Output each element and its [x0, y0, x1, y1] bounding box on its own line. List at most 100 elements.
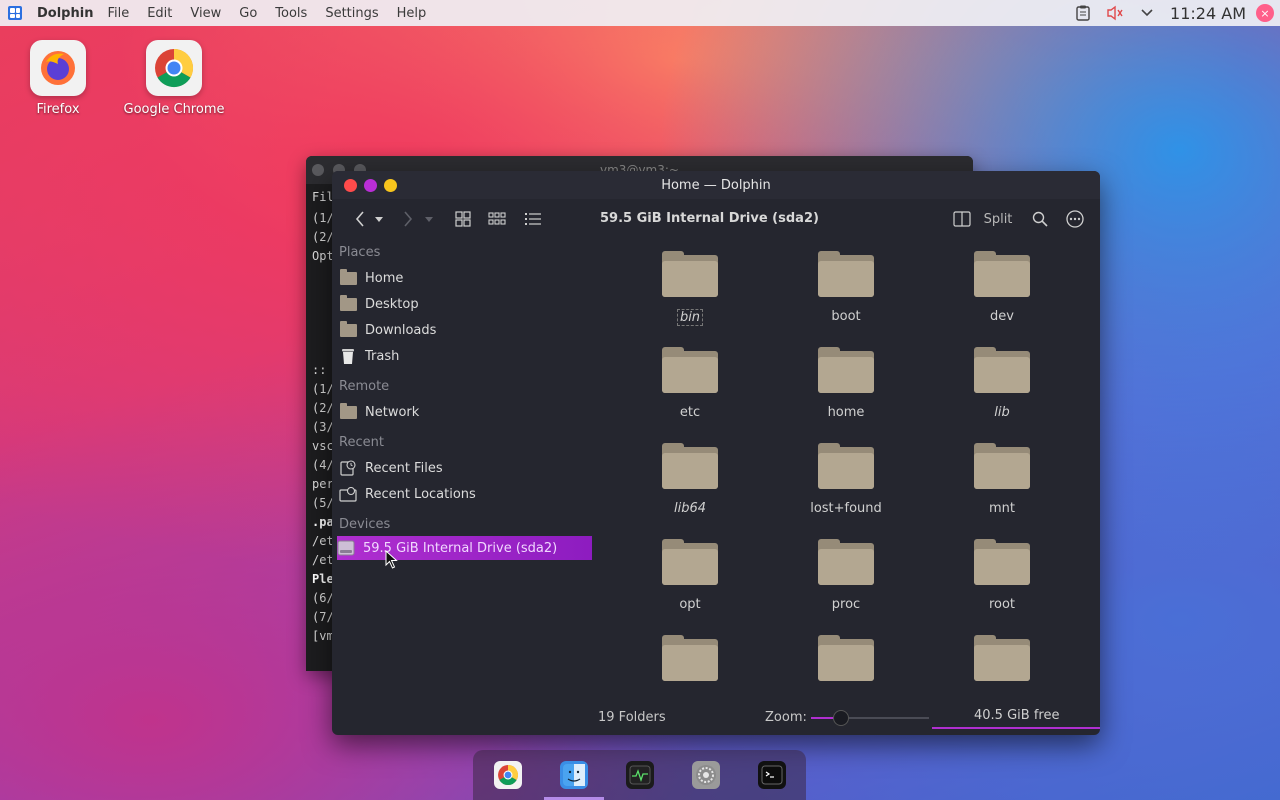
free-space-label: 40.5 GiB free: [974, 708, 1060, 723]
list-view-icon: [525, 213, 541, 225]
folder-item[interactable]: lost+found: [786, 443, 906, 516]
sidebar-item-desktop[interactable]: Desktop: [339, 292, 591, 316]
folder-item[interactable]: home: [786, 347, 906, 420]
folder-icon: [818, 347, 874, 393]
dolphin-titlebar[interactable]: Home — Dolphin: [332, 171, 1100, 199]
folder-item[interactable]: opt: [630, 539, 750, 612]
folder-item[interactable]: etc: [630, 347, 750, 420]
split-button-label: Split: [983, 211, 1013, 227]
folder-icon: [339, 294, 357, 312]
folder-icon: [974, 347, 1030, 393]
sidebar-item-trash[interactable]: Trash: [339, 344, 591, 368]
folder-icon: [339, 402, 357, 420]
folder-icon: [818, 539, 874, 585]
terminal-icon: [761, 765, 783, 785]
dock: [473, 750, 806, 800]
desktop-icon-label: Google Chrome: [123, 102, 225, 117]
folder-item[interactable]: bin: [630, 251, 750, 326]
folder-icon: [818, 443, 874, 489]
user-avatar[interactable]: ×: [1256, 4, 1274, 22]
finder-icon: [563, 764, 585, 786]
folder-item[interactable]: lib64: [630, 443, 750, 516]
sidebar-item-recent-locations[interactable]: Recent Locations: [339, 482, 591, 506]
folder-item-partial[interactable]: [630, 635, 750, 681]
dock-file-manager[interactable]: [560, 761, 588, 789]
dock-system-monitor[interactable]: [626, 761, 654, 789]
search-button[interactable]: [1030, 207, 1050, 231]
folder-icon: [662, 635, 718, 681]
toolbar: 59.5 GiB Internal Drive (sda2) Split: [332, 199, 1100, 239]
dock-chrome[interactable]: [494, 761, 522, 789]
sidebar-item-internal-drive[interactable]: 59.5 GiB Internal Drive (sda2): [337, 536, 592, 560]
folder-icon: [974, 443, 1030, 489]
system-monitor-icon: [629, 765, 651, 785]
app-launcher-button[interactable]: [4, 2, 26, 24]
folder-item[interactable]: boot: [786, 251, 906, 324]
folder-count: 19 Folders: [598, 710, 666, 725]
sidebar-item-home[interactable]: Home: [339, 266, 591, 290]
clipboard-icon[interactable]: [1074, 4, 1092, 22]
folder-item-partial[interactable]: [942, 635, 1062, 681]
folder-icon: [818, 635, 874, 681]
forward-history-dropdown[interactable]: [422, 207, 436, 231]
dock-settings[interactable]: [692, 761, 720, 789]
folder-icon: [339, 268, 357, 286]
active-app-name: Dolphin: [37, 5, 94, 21]
back-history-dropdown[interactable]: [372, 207, 386, 231]
folder-name: home: [827, 405, 865, 420]
top-panel: Dolphin File Edit View Go Tools Settings…: [0, 0, 1280, 26]
folder-name: proc: [831, 597, 861, 612]
folder-name: mnt: [989, 501, 1015, 516]
chevron-right-icon: [404, 211, 413, 227]
clock[interactable]: 11:24 AM: [1170, 4, 1246, 23]
zoom-slider-handle[interactable]: [833, 710, 849, 726]
folder-item[interactable]: dev: [942, 251, 1062, 324]
menu-help[interactable]: Help: [397, 6, 427, 21]
settings-icon: [696, 765, 716, 785]
recent-locations-icon: [339, 486, 357, 502]
sidebar-item-recent-files[interactable]: Recent Files: [339, 456, 591, 480]
sidebar-item-network[interactable]: Network: [339, 400, 591, 424]
sidebar-item-downloads[interactable]: Downloads: [339, 318, 591, 342]
chevron-left-icon: [355, 211, 364, 227]
recent-header: Recent: [339, 435, 384, 450]
dock-terminal[interactable]: [758, 761, 786, 789]
compact-view-button[interactable]: [486, 207, 508, 231]
folder-name: lost+found: [810, 501, 882, 516]
folder-item[interactable]: root: [942, 539, 1062, 612]
more-menu-button[interactable]: [1065, 207, 1085, 231]
file-view[interactable]: bin boot dev etc home lib lib64 lost+found mnt op…: [600, 251, 1100, 691]
back-button[interactable]: [350, 207, 370, 231]
details-view-button[interactable]: [522, 207, 544, 231]
folder-item[interactable]: proc: [786, 539, 906, 612]
folder-icon: [662, 251, 718, 297]
split-view-icon-button[interactable]: [952, 207, 972, 231]
dolphin-window[interactable]: Home — Dolphin 59.5 GiB Internal Drive (…: [332, 171, 1100, 735]
folder-item[interactable]: lib: [942, 347, 1062, 420]
zoom-slider[interactable]: [811, 710, 929, 726]
chevron-down-icon[interactable]: [1138, 4, 1156, 22]
volume-muted-icon[interactable]: [1106, 4, 1124, 22]
desktop-icon-firefox[interactable]: Firefox: [3, 40, 113, 117]
icons-view-button[interactable]: [452, 207, 474, 231]
desktop-icon-label: Firefox: [36, 102, 80, 117]
status-bar: 19 Folders Zoom: 40.5 GiB free: [594, 701, 1100, 735]
caret-down-icon: [425, 216, 433, 222]
chrome-icon: [146, 40, 202, 96]
hard-drive-icon: [337, 540, 355, 556]
zoom-label: Zoom:: [765, 710, 807, 725]
menu-go[interactable]: Go: [239, 6, 257, 21]
folder-item-partial[interactable]: [786, 635, 906, 681]
menu-settings[interactable]: Settings: [325, 6, 378, 21]
split-button[interactable]: Split: [982, 207, 1014, 231]
folder-item[interactable]: mnt: [942, 443, 1062, 516]
menu-file[interactable]: File: [107, 6, 129, 21]
menu-tools[interactable]: Tools: [275, 6, 307, 21]
menu-view[interactable]: View: [190, 6, 221, 21]
forward-button[interactable]: [398, 207, 418, 231]
location-label[interactable]: 59.5 GiB Internal Drive (sda2): [600, 211, 819, 226]
menu-edit[interactable]: Edit: [147, 6, 172, 21]
folder-name: root: [988, 597, 1016, 612]
trash-icon: [339, 348, 357, 364]
desktop-icon-google-chrome[interactable]: Google Chrome: [119, 40, 229, 117]
